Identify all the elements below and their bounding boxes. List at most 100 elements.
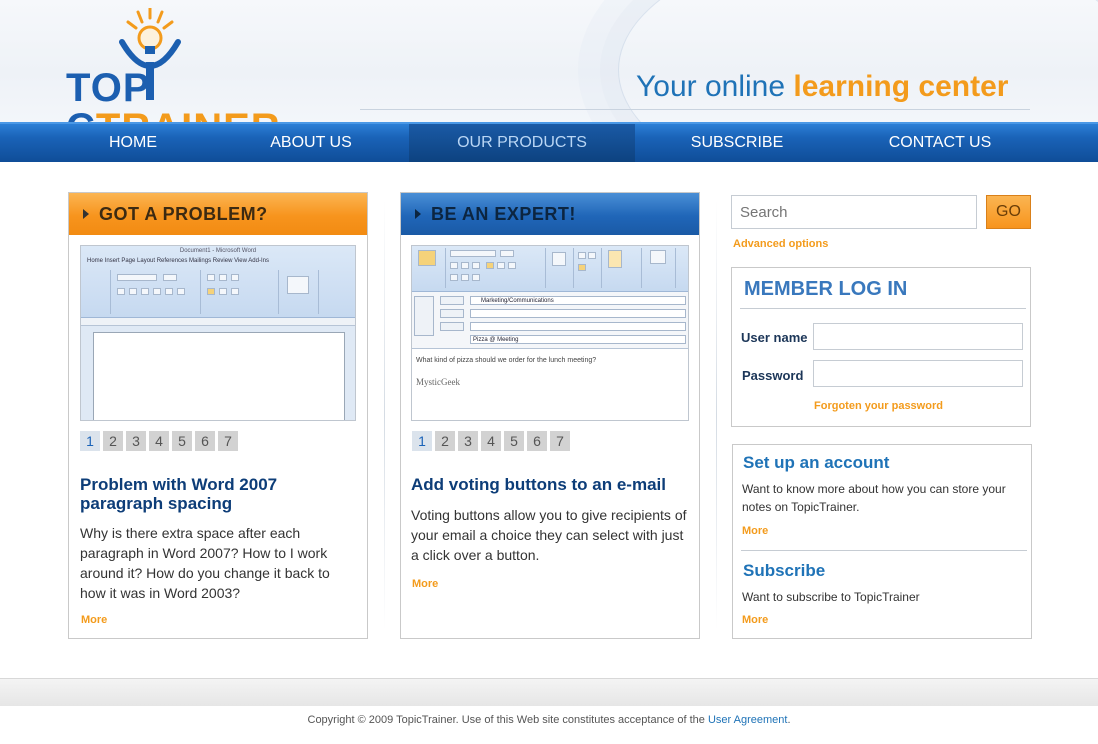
more-link[interactable]: More (412, 578, 438, 590)
pager-page[interactable]: 6 (195, 431, 215, 451)
screenshot-control (129, 288, 137, 295)
nav-our-products[interactable]: OUR PRODUCTS (409, 124, 635, 162)
screenshot-group (446, 248, 546, 288)
outlook-screenshot[interactable]: Marketing/Communications Pizza @ Meeting… (411, 245, 689, 421)
advanced-options-link[interactable]: Advanced options (733, 238, 828, 250)
screenshot-control (552, 252, 566, 266)
pager-page[interactable]: 5 (172, 431, 192, 451)
screenshot-group (642, 248, 676, 288)
pager-page[interactable]: 3 (458, 431, 478, 451)
screenshot-control (588, 252, 596, 259)
pager-page[interactable]: 1 (80, 431, 100, 451)
article-title[interactable]: Add voting buttons to an e-mail (411, 475, 696, 494)
screenshot-cc-button (440, 309, 464, 318)
nav-subscribe[interactable]: SUBSCRIBE (672, 124, 802, 162)
arrow-right-icon (415, 209, 421, 219)
screenshot-group (83, 270, 111, 314)
tagline-part-2: learning center (793, 70, 1009, 103)
screenshot-control (608, 250, 622, 268)
nav-home[interactable]: HOME (68, 124, 198, 162)
screenshot-control (177, 288, 185, 295)
screenshot-ribbon: Document1 - Microsoft Word Home Insert P… (81, 246, 355, 318)
nav-about-us[interactable]: ABOUT US (246, 124, 376, 162)
article-title[interactable]: Problem with Word 2007 paragraph spacing (80, 475, 340, 513)
logo-text-c: C (66, 106, 96, 122)
pager-page[interactable]: 5 (504, 431, 524, 451)
screenshot-to-button (440, 296, 464, 305)
screenshot-control (472, 274, 480, 281)
screenshot-control (231, 274, 239, 281)
panel-heading: GOT A PROBLEM? (69, 193, 367, 235)
screenshot-control (153, 288, 161, 295)
panel-heading-text: GOT A PROBLEM? (99, 204, 268, 224)
info-divider (741, 550, 1027, 551)
column-separator (384, 200, 385, 630)
screenshot-control (472, 262, 480, 269)
subscribe-title[interactable]: Subscribe (743, 561, 825, 581)
pager-page[interactable]: 7 (218, 431, 238, 451)
screenshot-to-field: Marketing/Communications (470, 296, 686, 305)
setup-account-more-link[interactable]: More (742, 525, 768, 537)
screenshot-control (450, 262, 458, 269)
screenshot-group (279, 270, 319, 314)
screenshot-message-text: What kind of pizza should we order for t… (416, 357, 597, 364)
article-body: Voting buttons allow you to give recipie… (411, 507, 687, 563)
search-go-button[interactable]: GO (986, 195, 1031, 229)
screenshot-control (219, 274, 227, 281)
site-header: TOPCTRAINER Your online learning center (0, 0, 1098, 122)
screenshot-group (546, 248, 574, 288)
screenshot-control (486, 262, 494, 269)
screenshot-control (231, 288, 239, 295)
screenshot-group (574, 248, 602, 288)
screenshot-control (418, 250, 436, 266)
logo-text-trainer: TRAINER (96, 106, 281, 122)
screenshot-bcc-button (440, 322, 464, 331)
setup-account-body: Want to know more about how you can stor… (742, 482, 1006, 514)
password-label: Password (742, 368, 804, 383)
word-screenshot[interactable]: Document1 - Microsoft Word Home Insert P… (80, 245, 356, 421)
pager-page[interactable]: 1 (412, 431, 432, 451)
panel-heading: BE AN EXPERT! (401, 193, 699, 235)
screenshot-control (141, 288, 149, 295)
got-a-problem-panel: GOT A PROBLEM? Document1 - Microsoft Wor… (68, 192, 368, 639)
screenshot-control (117, 288, 125, 295)
screenshot-control (497, 262, 505, 269)
pager-page[interactable]: 7 (550, 431, 570, 451)
screenshot-group (201, 270, 279, 314)
subscribe-more-link[interactable]: More (742, 614, 768, 626)
site-logo[interactable]: TOPCTRAINER (66, 8, 366, 122)
screenshot-control (163, 274, 177, 281)
member-login-box: MEMBER LOG IN User name Password Forgote… (731, 267, 1031, 427)
screenshot-ribbon (412, 246, 688, 292)
screenshot-send-button (414, 296, 434, 336)
screenshot-control (508, 262, 516, 269)
password-field[interactable] (813, 360, 1023, 387)
screenshot-control (117, 274, 157, 281)
login-title: MEMBER LOG IN (744, 278, 908, 300)
pager-page[interactable]: 6 (527, 431, 547, 451)
column-separator (716, 200, 717, 630)
nav-contact-us[interactable]: CONTACT US (870, 124, 1010, 162)
screenshot-control (461, 262, 469, 269)
pager-page[interactable]: 2 (103, 431, 123, 451)
setup-account-title[interactable]: Set up an account (743, 453, 889, 473)
screenshot-group (111, 270, 201, 314)
username-field[interactable] (813, 323, 1023, 350)
subscribe-body: Want to subscribe to TopicTrainer (742, 590, 920, 604)
pager-page[interactable]: 4 (481, 431, 501, 451)
user-agreement-link[interactable]: User Agreement (708, 714, 787, 726)
screenshot-control (219, 288, 227, 295)
screenshot-ruler (81, 318, 355, 326)
search-input[interactable] (731, 195, 977, 229)
pager-page[interactable]: 4 (149, 431, 169, 451)
screenshot-group (602, 248, 642, 288)
screenshot-signature: MysticGeek (416, 377, 460, 387)
more-link[interactable]: More (81, 614, 107, 626)
pager-page[interactable]: 2 (435, 431, 455, 451)
screenshot-control (578, 252, 586, 259)
forgot-password-link[interactable]: Forgoten your password (814, 400, 943, 412)
pager-page[interactable]: 3 (126, 431, 146, 451)
username-label: User name (741, 330, 808, 345)
be-an-expert-panel: BE AN EXPERT! Marketing/Communications P… (400, 192, 700, 639)
screenshot-window-title: Document1 - Microsoft Word (179, 248, 257, 254)
